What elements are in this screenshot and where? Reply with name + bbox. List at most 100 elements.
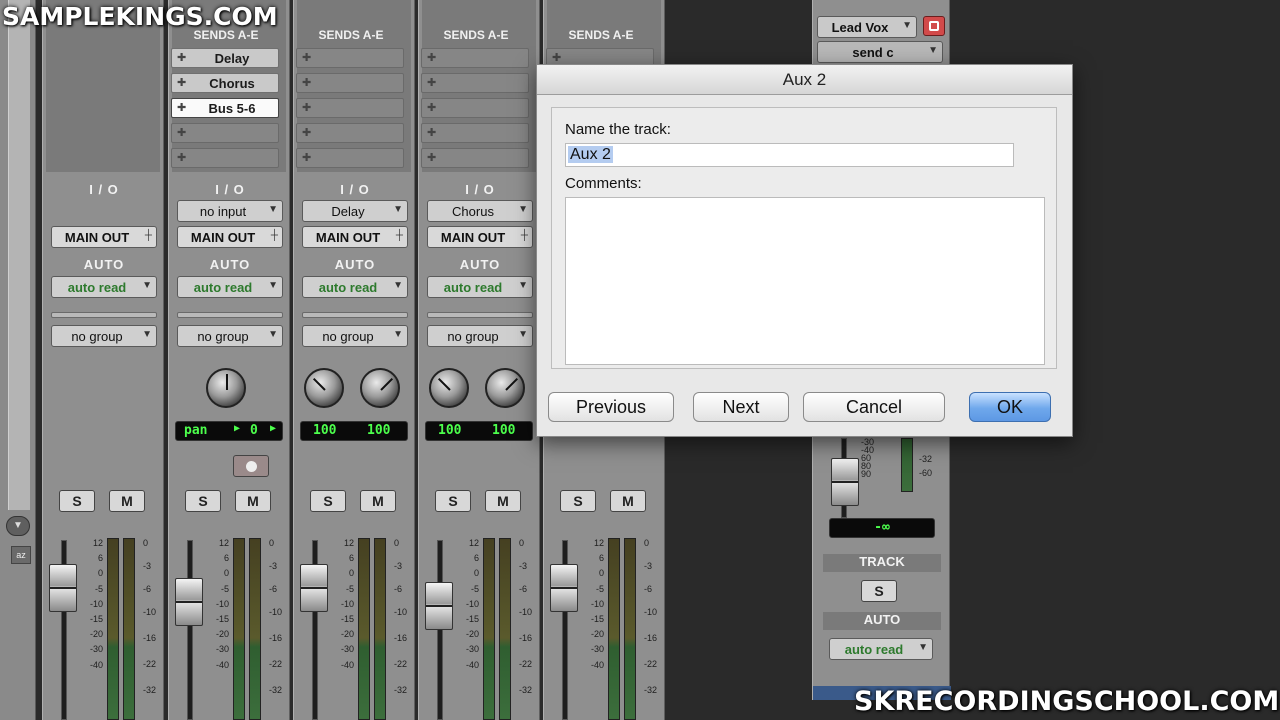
mute-button[interactable]: M: [485, 490, 521, 512]
send-handle-icon: ✚: [177, 52, 187, 64]
output-target-icon: ┼: [395, 230, 403, 241]
send-slot[interactable]: ✚: [296, 48, 404, 68]
scroll-area[interactable]: [8, 0, 30, 510]
solo-button[interactable]: S: [861, 580, 897, 602]
fader-track: [187, 540, 193, 720]
send-slot[interactable]: ✚: [171, 123, 279, 143]
sort-az-icon[interactable]: az: [11, 546, 31, 564]
send-slot[interactable]: ✚: [421, 73, 529, 93]
volume-fader[interactable]: [831, 458, 859, 506]
send-slot[interactable]: ✚: [296, 73, 404, 93]
comments-label: Comments:: [565, 175, 642, 192]
dropdown-arrow-icon: ▼: [268, 329, 278, 340]
send-handle-icon: ✚: [302, 152, 312, 164]
group-popup[interactable]: no group ▼: [177, 325, 283, 347]
send-slot[interactable]: ✚: [171, 148, 279, 168]
level-meter-left: [483, 538, 495, 720]
send-slot[interactable]: ✚: [421, 98, 529, 118]
mute-button[interactable]: M: [360, 490, 396, 512]
pan-readout[interactable]: 100 100: [425, 421, 533, 441]
pan-readout[interactable]: pan ▶ 0 ▶: [175, 421, 283, 441]
send-label: Bus 5-6: [208, 101, 256, 116]
solo-button[interactable]: S: [435, 490, 471, 512]
dropdown-arrow-icon: ▼: [393, 280, 403, 291]
send-slot[interactable]: ✚ Bus 5-6: [171, 98, 279, 118]
comments-field[interactable]: [565, 197, 1045, 365]
input-popup[interactable]: no input ▼: [177, 200, 283, 222]
output-popup[interactable]: MAIN OUT ┼: [51, 226, 157, 248]
send-handle-icon: ✚: [177, 152, 187, 164]
solo-button[interactable]: S: [185, 490, 221, 512]
pan-right-knob[interactable]: [485, 368, 525, 408]
pan-knob[interactable]: [206, 368, 246, 408]
input-popup[interactable]: Delay ▼: [302, 200, 408, 222]
solo-button[interactable]: S: [560, 490, 596, 512]
automation-mode-popup[interactable]: auto read ▼: [177, 276, 283, 298]
send-slot[interactable]: ✚: [296, 123, 404, 143]
pan-readout[interactable]: 100 100: [300, 421, 408, 441]
send-slot[interactable]: ✚: [296, 148, 404, 168]
output-popup[interactable]: MAIN OUT ┼: [302, 226, 408, 248]
channel-strip: I / O MAIN OUT ┼ AUTO auto read ▼ no group ▼ S M 1…: [42, 0, 164, 720]
volume-fader[interactable]: [300, 564, 328, 612]
meter-scale: -32 -60: [919, 454, 933, 478]
volume-readout[interactable]: -∞: [829, 518, 935, 538]
pan-left-knob[interactable]: [304, 368, 344, 408]
auto-title: AUTO: [209, 257, 251, 272]
send-slot[interactable]: ✚ Chorus: [171, 73, 279, 93]
cancel-button[interactable]: Cancel: [803, 392, 945, 422]
group-popup[interactable]: no group ▼: [302, 325, 408, 347]
mute-button[interactable]: M: [109, 490, 145, 512]
send-slot[interactable]: ✚: [421, 123, 529, 143]
track-name-field[interactable]: Aux 2: [565, 143, 1014, 167]
previous-button[interactable]: Previous: [548, 392, 674, 422]
level-meter-left: [233, 538, 245, 720]
io-title: I / O: [340, 182, 370, 197]
send-slot[interactable]: ✚: [296, 98, 404, 118]
mute-button[interactable]: M: [235, 490, 271, 512]
record-enable-icon[interactable]: [923, 16, 945, 36]
channel-strip: SENDS A-E ✚ ✚ ✚ ✚ ✚ I / O Chorus ▼ MAIN OUT ┼ AUTO a…: [418, 0, 540, 720]
mute-button[interactable]: M: [610, 490, 646, 512]
group-popup[interactable]: no group ▼: [51, 325, 157, 347]
dropdown-arrow-icon: ▼: [518, 204, 528, 215]
group-popup[interactable]: no group ▼: [427, 325, 533, 347]
fader-track: [437, 540, 443, 720]
pan-right-knob[interactable]: [360, 368, 400, 408]
send-slot[interactable]: ✚: [421, 48, 529, 68]
ok-button[interactable]: OK: [969, 392, 1051, 422]
send-handle-icon: ✚: [427, 152, 437, 164]
volume-fader[interactable]: [49, 564, 77, 612]
pan-left-knob[interactable]: [429, 368, 469, 408]
track-name-popup[interactable]: Lead Vox ▼: [817, 16, 917, 38]
collapse-arrow-icon[interactable]: ▼: [6, 516, 30, 536]
automation-mode-popup[interactable]: auto read ▼: [302, 276, 408, 298]
volume-fader[interactable]: [425, 582, 453, 630]
next-button[interactable]: Next: [693, 392, 789, 422]
automation-mode-popup[interactable]: auto read ▼: [427, 276, 533, 298]
group-label: no group: [447, 329, 499, 344]
send-handle-icon: ✚: [302, 52, 312, 64]
input-popup[interactable]: Chorus ▼: [427, 200, 533, 222]
solo-button[interactable]: S: [310, 490, 346, 512]
pan-right-value: 100: [367, 423, 391, 438]
send-slot[interactable]: ✚: [421, 148, 529, 168]
send-label: send c: [852, 45, 894, 60]
group-divider: [302, 312, 408, 318]
volume-fader[interactable]: [175, 578, 203, 626]
pan-left-value: 100: [438, 423, 462, 438]
record-button[interactable]: [233, 455, 269, 477]
output-popup[interactable]: MAIN OUT ┼: [177, 226, 283, 248]
track-name-label: Lead Vox: [831, 20, 889, 35]
volume-fader[interactable]: [550, 564, 578, 612]
send-label: Chorus: [209, 76, 255, 91]
output-popup[interactable]: MAIN OUT ┼: [427, 226, 533, 248]
automation-mode-popup[interactable]: auto read ▼: [51, 276, 157, 298]
send-popup[interactable]: send c ▼: [817, 41, 943, 63]
automation-mode-popup[interactable]: auto read ▼: [829, 638, 933, 660]
channel-strip: SENDS A-E ✚ ✚ ✚ ✚ ✚ I / O Delay ▼ MAIN OUT ┼ AUTO au…: [293, 0, 415, 720]
solo-button[interactable]: S: [59, 490, 95, 512]
send-slot[interactable]: ✚ Delay: [171, 48, 279, 68]
group-divider: [177, 312, 283, 318]
group-divider: [427, 312, 533, 318]
